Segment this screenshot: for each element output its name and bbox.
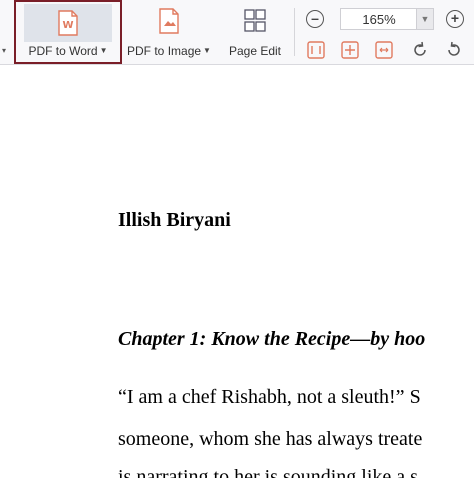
rotate-left-icon[interactable] bbox=[410, 40, 430, 60]
document-title: Illish Biryani bbox=[118, 209, 231, 231]
paragraph-line: “I am a chef Rishabh, not a sleuth!” S bbox=[118, 386, 421, 408]
zoom-out-icon[interactable]: – bbox=[306, 10, 324, 28]
zoom-in-icon[interactable]: + bbox=[446, 10, 464, 28]
page-edit-label-wrap: Page Edit bbox=[229, 44, 281, 58]
paragraph-line: is narrating to her is sounding like a s bbox=[118, 466, 418, 478]
paragraph-line: someone, whom she has always treate bbox=[118, 428, 423, 450]
actual-size-icon[interactable] bbox=[374, 40, 394, 60]
page-edit-icon bbox=[244, 9, 266, 32]
toolbar: ▾ W PDF to Word ▼ PDF to Image ▼ Page Ed… bbox=[0, 0, 474, 65]
pdf-to-image-label: PDF to Image bbox=[127, 44, 202, 58]
zoom-value: 165% bbox=[362, 12, 396, 27]
page-edit-label: Page Edit bbox=[228, 44, 282, 58]
overflow-caret[interactable]: ▾ bbox=[2, 46, 6, 55]
svg-text:W: W bbox=[62, 20, 73, 31]
fit-page-icon[interactable] bbox=[340, 40, 360, 60]
pdf-to-image-label-wrap: PDF to Image ▼ bbox=[127, 44, 211, 58]
pdf-to-word-icon: W bbox=[58, 10, 78, 36]
pdf-to-image-dropdown-icon[interactable]: ▼ bbox=[203, 44, 211, 58]
document-page: Illish Biryani Chapter 1: Know the Recip… bbox=[0, 66, 474, 478]
pdf-to-word-dropdown-icon[interactable]: ▼ bbox=[100, 44, 108, 58]
rotate-right-icon[interactable] bbox=[444, 40, 464, 60]
pdf-to-word-label: PDF to Word bbox=[28, 44, 98, 58]
pdf-to-image-button[interactable]: PDF to Image ▼ bbox=[122, 0, 216, 64]
zoom-select[interactable]: 165% ▼ bbox=[340, 8, 434, 30]
fit-width-icon[interactable] bbox=[306, 40, 326, 60]
pdf-to-word-label-wrap: PDF to Word ▼ bbox=[28, 44, 107, 58]
zoom-dropdown-icon[interactable]: ▼ bbox=[416, 9, 433, 29]
pdf-to-word-button[interactable]: W PDF to Word ▼ bbox=[14, 0, 122, 64]
page-edit-button[interactable]: Page Edit bbox=[222, 0, 288, 64]
toolbar-divider bbox=[294, 8, 295, 56]
pdf-to-image-icon bbox=[159, 8, 179, 34]
chapter-heading: Chapter 1: Know the Recipe—by hoo bbox=[118, 328, 426, 350]
